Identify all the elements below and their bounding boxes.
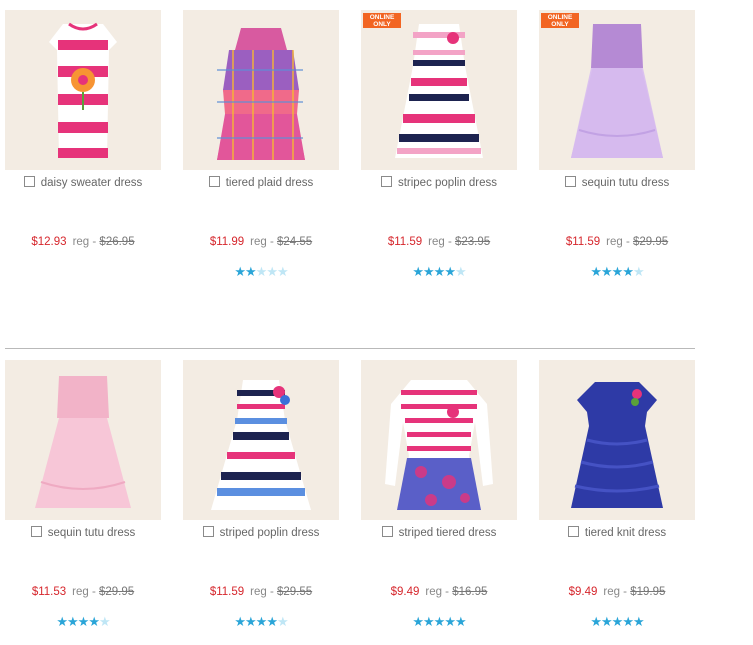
product-name[interactable]: daisy sweater dress bbox=[41, 177, 143, 189]
regular-price: $26.95 bbox=[99, 236, 135, 248]
reg-label: reg - bbox=[425, 586, 450, 598]
rating-star-icon: ★ bbox=[276, 264, 289, 279]
rating-star-icon: ★ bbox=[590, 614, 602, 629]
reg-label: reg - bbox=[428, 236, 452, 248]
rating-stars[interactable]: ★★★★★ bbox=[183, 265, 339, 278]
rating-star-icon: ★ bbox=[67, 614, 79, 629]
rating-star-icon: ★ bbox=[98, 614, 111, 629]
sale-price: $11.99 bbox=[209, 236, 245, 248]
compare-checkbox[interactable] bbox=[567, 526, 579, 537]
rating-star-icon: ★ bbox=[245, 264, 257, 279]
compare-checkbox[interactable] bbox=[208, 176, 220, 187]
product-name[interactable]: tiered plaid dress bbox=[226, 177, 314, 189]
compare-checkbox[interactable] bbox=[30, 526, 42, 537]
reg-label: reg - bbox=[250, 236, 274, 248]
online-only-badge: ONLINE ONLY bbox=[541, 13, 579, 28]
rating-star-icon: ★ bbox=[412, 614, 424, 629]
regular-price: $29.95 bbox=[99, 586, 135, 598]
rating-star-icon: ★ bbox=[632, 264, 645, 279]
rating-star-icon: ★ bbox=[56, 614, 68, 629]
reg-label: reg - bbox=[72, 236, 97, 248]
rating-star-icon: ★ bbox=[622, 614, 634, 629]
rating-star-icon: ★ bbox=[433, 264, 446, 279]
online-only-badge: ONLINE ONLY bbox=[363, 13, 401, 28]
rating-star-icon: ★ bbox=[601, 614, 613, 629]
sale-price: $11.59 bbox=[565, 236, 601, 248]
rating-star-icon: ★ bbox=[88, 614, 100, 629]
product-name[interactable]: sequin tutu dress bbox=[582, 177, 670, 189]
rating-stars[interactable]: ★★★★★ bbox=[539, 615, 695, 628]
product-image[interactable]: ONLINE ONLY bbox=[361, 10, 517, 170]
reg-label: reg - bbox=[603, 586, 628, 598]
rating-star-icon: ★ bbox=[423, 264, 435, 279]
product-image[interactable] bbox=[5, 360, 161, 520]
regular-price: $24.55 bbox=[277, 236, 313, 248]
rating-star-icon: ★ bbox=[454, 264, 467, 279]
sale-price: $9.49 bbox=[390, 586, 420, 598]
sale-price: $12.93 bbox=[31, 236, 67, 248]
reg-label: reg - bbox=[72, 586, 96, 598]
rating-stars[interactable]: ★★★★★ bbox=[5, 615, 161, 628]
regular-price: $23.95 bbox=[455, 236, 491, 248]
rating-star-icon: ★ bbox=[245, 614, 257, 629]
product-name[interactable]: striped tiered dress bbox=[399, 527, 497, 539]
product-image[interactable] bbox=[5, 10, 161, 170]
product-name[interactable]: striped poplin dress bbox=[220, 527, 320, 539]
sale-price: $11.59 bbox=[209, 586, 245, 598]
compare-checkbox[interactable] bbox=[202, 526, 214, 537]
rating-star-icon: ★ bbox=[266, 264, 278, 279]
sale-price: $9.49 bbox=[568, 586, 598, 598]
rating-star-icon: ★ bbox=[255, 614, 268, 629]
rating-stars[interactable]: ★★★★★ bbox=[361, 615, 517, 628]
product-name[interactable]: stripec poplin dress bbox=[398, 177, 497, 189]
regular-price: $29.55 bbox=[277, 586, 313, 598]
product-image[interactable] bbox=[183, 360, 339, 520]
regular-price: $19.95 bbox=[630, 586, 666, 598]
row-divider bbox=[5, 348, 695, 349]
product-image[interactable]: ONLINE ONLY bbox=[539, 10, 695, 170]
regular-price: $16.95 bbox=[452, 586, 488, 598]
product-image[interactable] bbox=[183, 10, 339, 170]
compare-checkbox[interactable] bbox=[564, 176, 576, 187]
rating-star-icon: ★ bbox=[276, 614, 289, 629]
rating-star-icon: ★ bbox=[611, 614, 624, 629]
compare-checkbox[interactable] bbox=[381, 526, 393, 537]
rating-star-icon: ★ bbox=[601, 264, 613, 279]
rating-star-icon: ★ bbox=[611, 264, 624, 279]
sale-price: $11.53 bbox=[31, 586, 67, 598]
product-name[interactable]: sequin tutu dress bbox=[48, 527, 136, 539]
compare-checkbox[interactable] bbox=[23, 176, 35, 187]
rating-star-icon: ★ bbox=[234, 264, 246, 279]
rating-star-icon: ★ bbox=[266, 614, 278, 629]
rating-stars[interactable]: ★★★★★ bbox=[539, 265, 695, 278]
rating-star-icon: ★ bbox=[444, 264, 456, 279]
rating-star-icon: ★ bbox=[622, 264, 634, 279]
regular-price: $29.95 bbox=[633, 236, 669, 248]
rating-star-icon: ★ bbox=[433, 614, 446, 629]
product-image[interactable] bbox=[539, 360, 695, 520]
reg-label: reg - bbox=[250, 586, 274, 598]
rating-star-icon: ★ bbox=[590, 264, 602, 279]
rating-star-icon: ★ bbox=[632, 614, 645, 629]
rating-star-icon: ★ bbox=[234, 614, 246, 629]
product-name[interactable]: tiered knit dress bbox=[585, 527, 666, 539]
compare-checkbox[interactable] bbox=[380, 176, 392, 187]
rating-star-icon: ★ bbox=[77, 614, 90, 629]
rating-star-icon: ★ bbox=[255, 264, 268, 279]
rating-star-icon: ★ bbox=[454, 614, 467, 629]
rating-star-icon: ★ bbox=[423, 614, 435, 629]
rating-star-icon: ★ bbox=[444, 614, 456, 629]
sale-price: $11.59 bbox=[387, 236, 423, 248]
rating-stars[interactable]: ★★★★★ bbox=[183, 615, 339, 628]
rating-stars[interactable]: ★★★★★ bbox=[361, 265, 517, 278]
reg-label: reg - bbox=[606, 236, 630, 248]
rating-star-icon: ★ bbox=[412, 264, 424, 279]
product-image[interactable] bbox=[361, 360, 517, 520]
